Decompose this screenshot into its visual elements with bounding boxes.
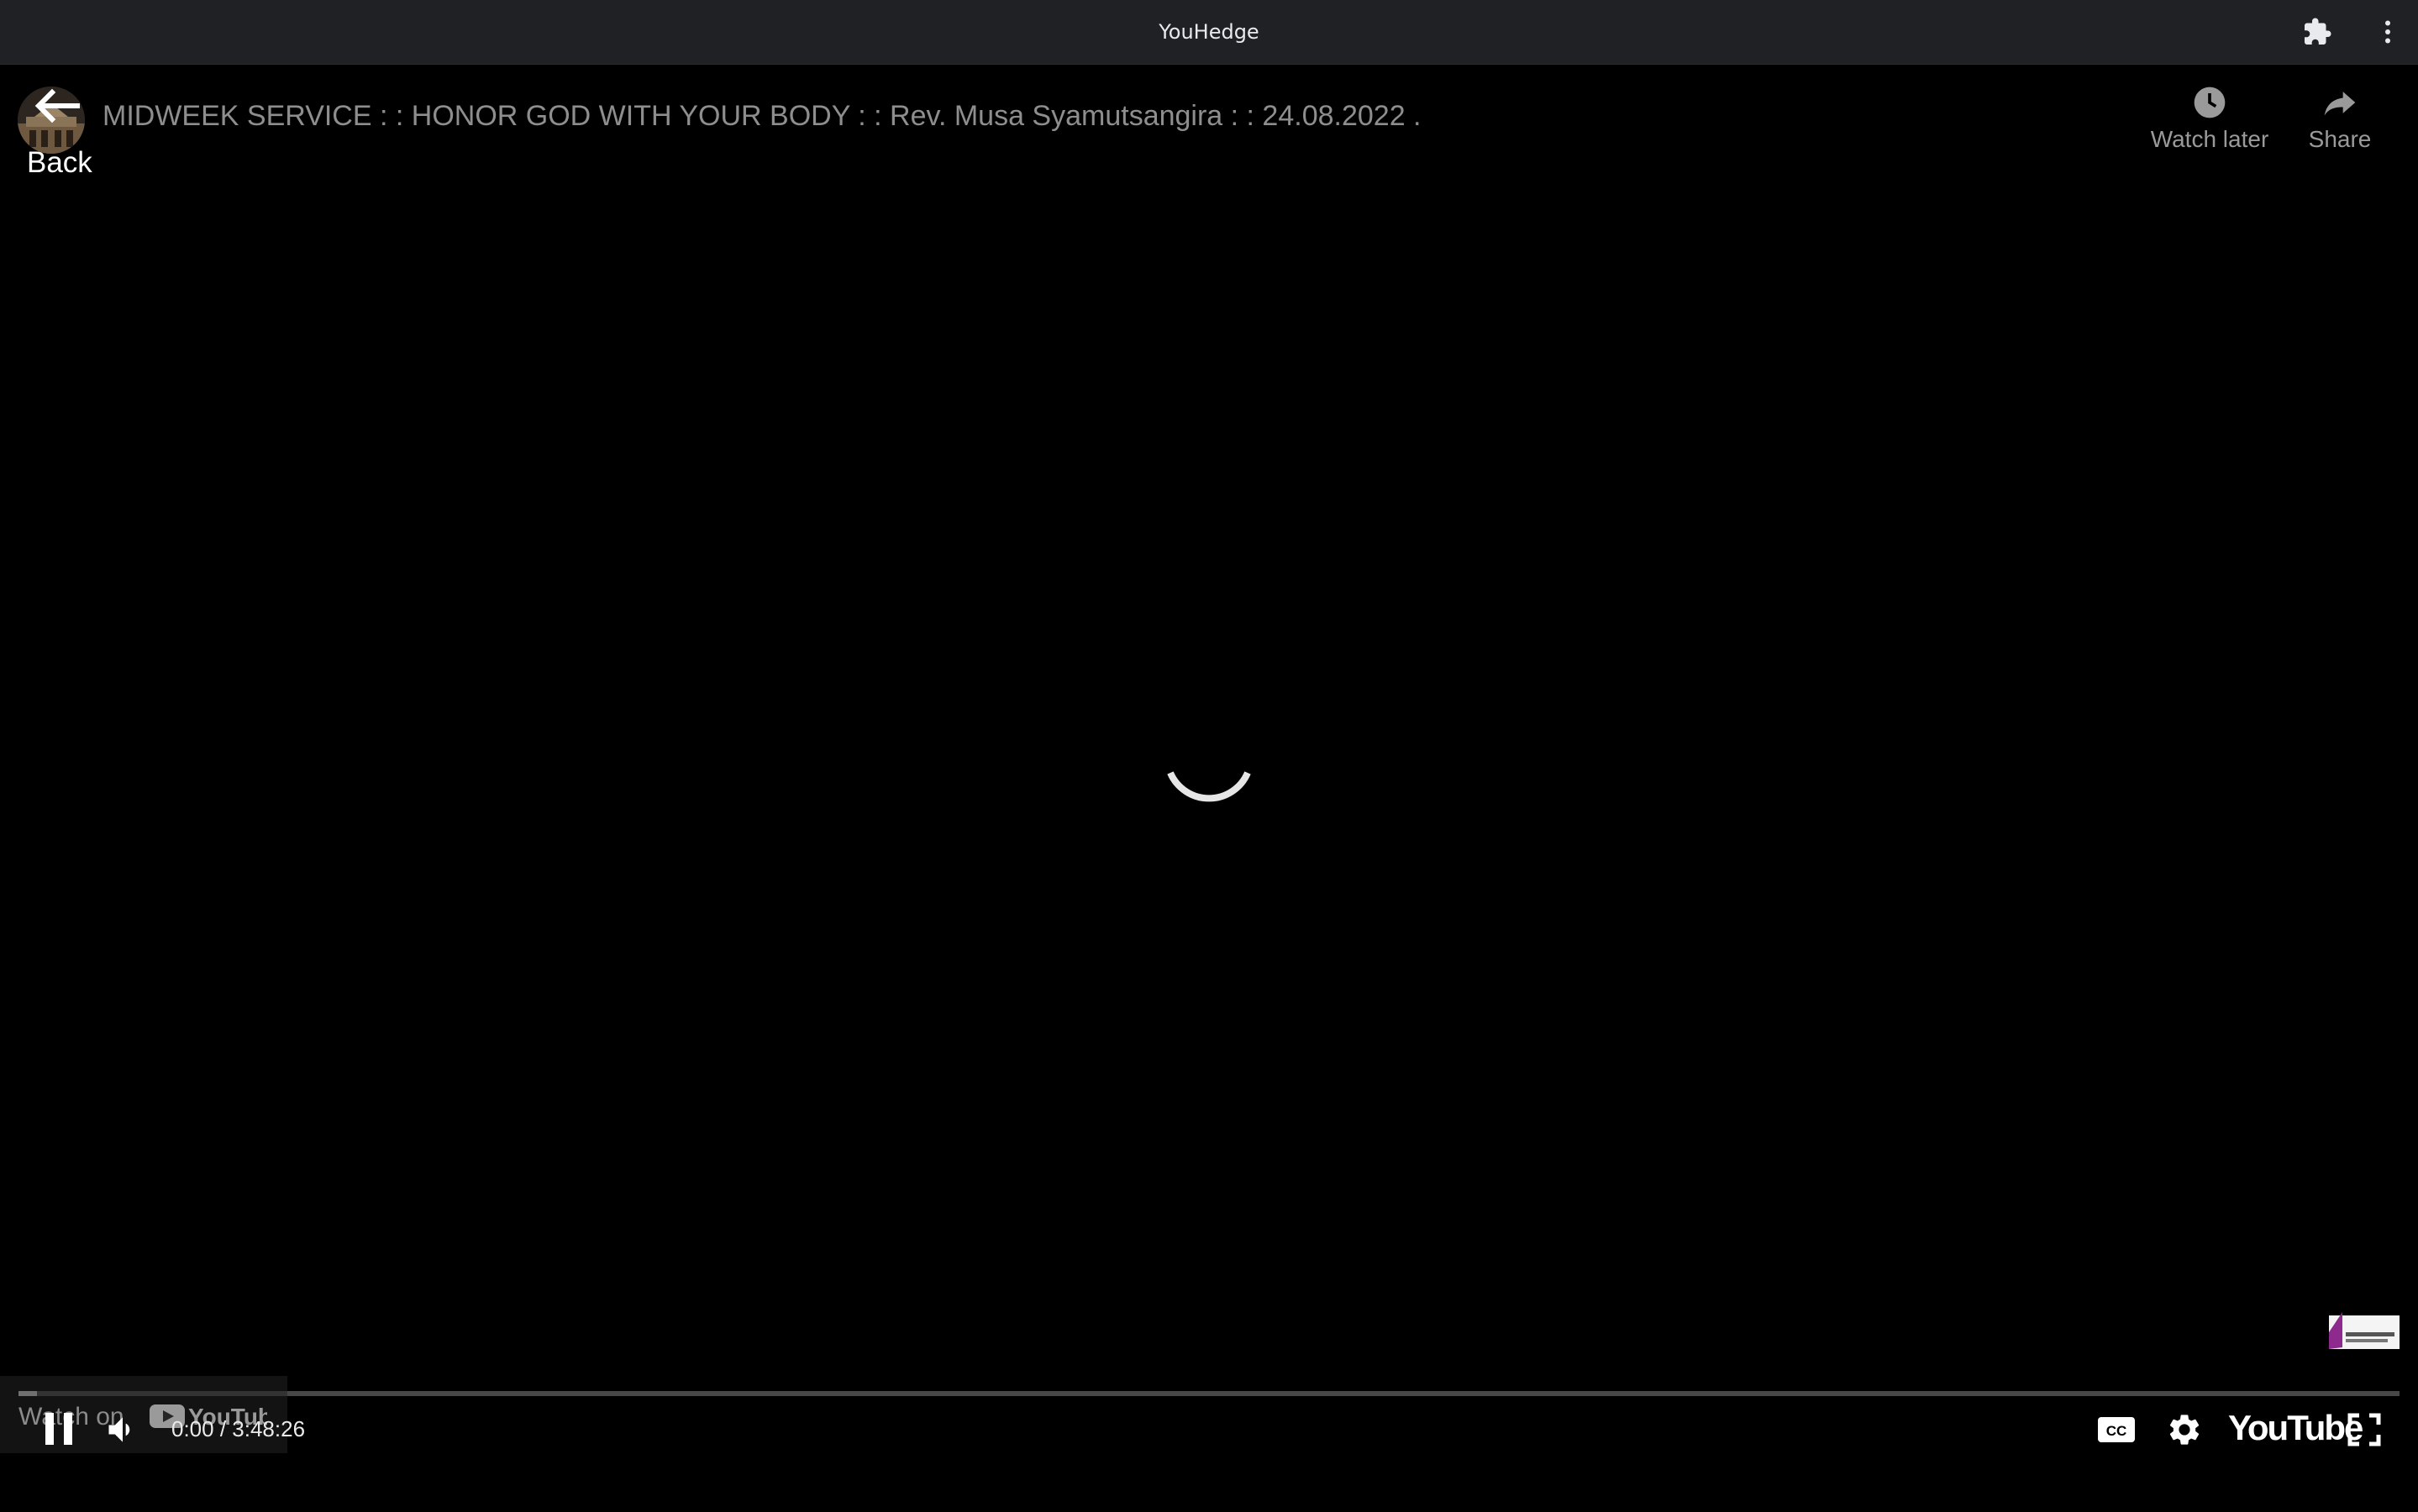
app-window: YouHedge Back MIDWEEK SERVICE:: HONOR … (0, 0, 2418, 1512)
clock-icon (2194, 87, 2226, 118)
time-separator: / (213, 1416, 233, 1441)
channel-watermark-logo[interactable] (2327, 1307, 2400, 1354)
youtube-brand-button[interactable]: YouTube (2228, 1408, 2363, 1448)
back-button-label[interactable]: Back (27, 146, 92, 180)
video-title[interactable]: MIDWEEK SERVICE : : HONOR GOD WITH YOUR … (103, 100, 1422, 133)
cc-icon[interactable]: CC (2097, 1416, 2136, 1443)
svg-text:CC: CC (2106, 1423, 2127, 1439)
duration: 3:48:26 (232, 1416, 306, 1441)
title-bar: YouHedge (0, 0, 2418, 65)
share-arrow-icon (2324, 92, 2356, 116)
share-label: Share (2308, 126, 2372, 152)
gear-icon[interactable] (2166, 1411, 2203, 1448)
share-button[interactable]: Share (2294, 84, 2386, 153)
pause-icon[interactable] (40, 1410, 77, 1448)
loading-spinner-icon (1159, 746, 1259, 847)
watch-later-button[interactable]: Watch later (2134, 84, 2285, 153)
puzzle-piece-icon[interactable] (2302, 17, 2332, 47)
back-arrow-icon[interactable] (29, 86, 82, 126)
watch-later-label: Watch later (2150, 126, 2269, 152)
current-time: 0:00 (171, 1416, 214, 1441)
volume-icon[interactable] (103, 1411, 143, 1448)
window-title: YouHedge (1159, 20, 1259, 44)
three-dots-vertical-icon[interactable] (2373, 17, 2403, 47)
time-display: 0:00 / 3:48:26 (171, 1416, 305, 1442)
fullscreen-icon[interactable] (2347, 1413, 2381, 1446)
progress-bar[interactable] (18, 1391, 2400, 1396)
